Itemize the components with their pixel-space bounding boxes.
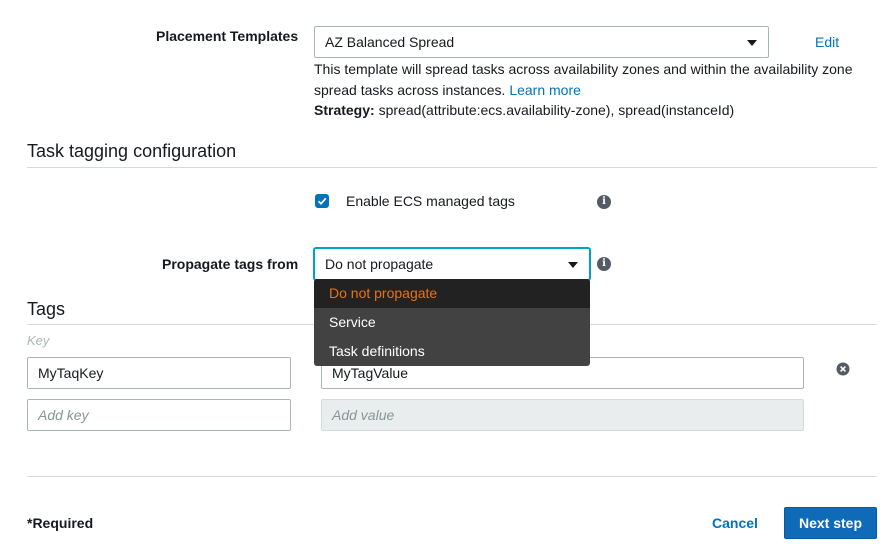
task-tagging-title: Task tagging configuration bbox=[27, 141, 237, 161]
footer-divider bbox=[27, 476, 877, 477]
placement-description: This template will spread tasks across a… bbox=[314, 59, 874, 101]
info-icon[interactable]: i bbox=[597, 195, 611, 209]
dropdown-option-service[interactable]: Service bbox=[314, 308, 590, 337]
next-step-button[interactable]: Next step bbox=[784, 507, 877, 539]
tags-title: Tags bbox=[27, 299, 66, 319]
chevron-down-icon bbox=[568, 262, 578, 268]
dropdown-option-do-not-propagate[interactable]: Do not propagate bbox=[314, 279, 590, 308]
placement-template-select[interactable]: AZ Balanced Spread bbox=[314, 26, 769, 58]
cancel-button[interactable]: Cancel bbox=[712, 515, 758, 531]
info-icon[interactable]: i bbox=[597, 257, 611, 271]
remove-tag-icon[interactable] bbox=[836, 362, 850, 379]
placement-templates-label: Placement Templates bbox=[156, 28, 299, 44]
add-value-input: Add value bbox=[321, 399, 804, 431]
strategy-label: Strategy: bbox=[314, 102, 375, 118]
enable-ecs-managed-tags-label: Enable ECS managed tags bbox=[346, 193, 515, 209]
propagate-tags-dropdown: Do not propagate Service Task definition… bbox=[314, 279, 590, 366]
strategy-line: Strategy: spread(attribute:ecs.availabil… bbox=[314, 102, 734, 118]
placement-template-value: AZ Balanced Spread bbox=[325, 34, 455, 50]
checkmark-icon bbox=[317, 197, 327, 206]
edit-placement-link[interactable]: Edit bbox=[815, 34, 839, 50]
propagate-tags-value: Do not propagate bbox=[325, 256, 434, 272]
add-key-input[interactable]: Add key bbox=[27, 399, 291, 431]
placement-description-text: This template will spread tasks across a… bbox=[314, 61, 853, 98]
propagate-tags-label: Propagate tags from bbox=[162, 256, 299, 272]
propagate-tags-select[interactable]: Do not propagate bbox=[314, 248, 590, 280]
tag-key-input[interactable]: MyTaqKey bbox=[27, 357, 291, 389]
enable-ecs-managed-tags-checkbox[interactable] bbox=[315, 194, 329, 208]
dropdown-option-task-definitions[interactable]: Task definitions bbox=[314, 337, 590, 366]
strategy-value: spread(attribute:ecs.availability-zone),… bbox=[378, 102, 735, 118]
section-divider bbox=[27, 167, 877, 168]
chevron-down-icon bbox=[747, 40, 757, 46]
tags-key-header: Key bbox=[27, 333, 50, 348]
learn-more-link[interactable]: Learn more bbox=[509, 82, 581, 98]
required-note: *Required bbox=[27, 515, 94, 531]
